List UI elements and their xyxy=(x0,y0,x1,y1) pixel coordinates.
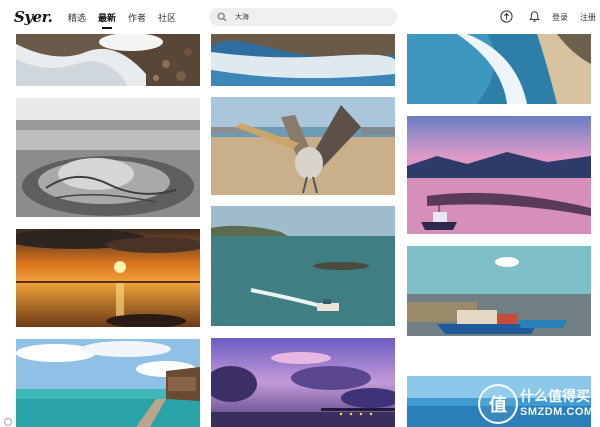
photo-bw-jellyfish[interactable] xyxy=(16,98,200,217)
photo-fishing-boats[interactable] xyxy=(407,246,591,336)
photo-pink-lake-boat-image xyxy=(407,116,591,234)
search-icon xyxy=(217,12,227,22)
main-nav: 精选 最新 作者 社区 xyxy=(68,11,188,29)
watermark-line2: SMZDM.COM xyxy=(520,406,594,418)
photo-purple-sky-pier[interactable] xyxy=(211,338,395,427)
nav-community[interactable]: 社区 xyxy=(158,11,176,24)
top-header: Syer. 精选 最新 作者 社区 登录 注册 xyxy=(0,0,600,34)
upload-arrow-icon[interactable] xyxy=(500,10,513,23)
nav-authors[interactable]: 作者 xyxy=(128,11,146,24)
watermark-line1: 什么值得买 xyxy=(520,388,590,404)
photo-pelican-beach[interactable] xyxy=(211,97,395,195)
photo-tropical-pier-image xyxy=(16,339,200,427)
register-link[interactable]: 注册 xyxy=(580,12,596,23)
login-link[interactable]: 登录 xyxy=(552,12,568,23)
scroll-indicator-icon[interactable] xyxy=(4,418,12,426)
bell-icon[interactable] xyxy=(528,10,541,23)
smzdm-watermark: 值 什么值得买 SMZDM.COM xyxy=(474,380,600,427)
photo-pink-lake-boat[interactable] xyxy=(407,116,591,234)
site-logo[interactable]: Syer. xyxy=(14,8,53,26)
nav-featured[interactable]: 精选 xyxy=(68,11,86,24)
nav-latest[interactable]: 最新 xyxy=(98,11,116,29)
photo-aerial-surf-image xyxy=(407,34,591,104)
photo-aerial-surf[interactable] xyxy=(407,34,591,104)
photo-waves-over-rocks[interactable] xyxy=(211,34,395,86)
search-box[interactable] xyxy=(209,8,397,26)
photo-waves-over-rocks-image xyxy=(211,34,395,86)
search-input[interactable] xyxy=(233,12,387,22)
photo-rocky-shore-wave[interactable] xyxy=(16,34,200,86)
photo-fishing-boats-image xyxy=(407,246,591,336)
photo-orange-sunset-sea-image xyxy=(16,229,200,327)
photo-tropical-pier[interactable] xyxy=(16,339,200,427)
photo-purple-sky-pier-image xyxy=(211,338,395,427)
watermark-badge-icon: 值 xyxy=(478,384,518,424)
photo-speedboat-sea-image xyxy=(211,206,395,326)
photo-rocky-shore-wave-image xyxy=(16,34,200,86)
photo-speedboat-sea[interactable] xyxy=(211,206,395,326)
photo-bw-jellyfish-image xyxy=(16,98,200,217)
photo-pelican-beach-image xyxy=(211,97,395,195)
photo-orange-sunset-sea[interactable] xyxy=(16,229,200,327)
